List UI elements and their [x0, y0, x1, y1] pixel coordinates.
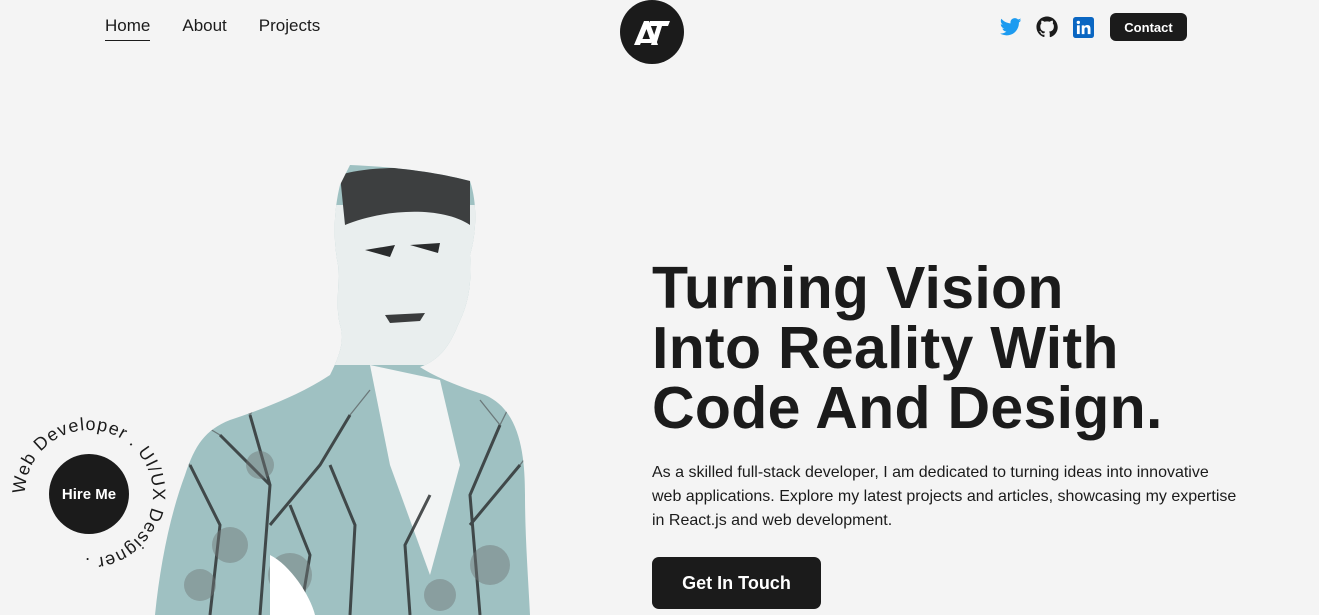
- nav-link-about[interactable]: About: [182, 14, 226, 41]
- portrait-image: [155, 165, 530, 615]
- nav-link-projects[interactable]: Projects: [259, 14, 320, 41]
- hire-me-button[interactable]: Hire Me: [49, 454, 129, 534]
- hero-title: Turning Vision Into Reality With Code An…: [652, 258, 1292, 438]
- linkedin-icon[interactable]: [1072, 16, 1094, 38]
- social-links: Contact: [1000, 13, 1187, 41]
- hero-description: As a skilled full-stack developer, I am …: [652, 464, 1237, 529]
- logo-mark: [634, 21, 670, 45]
- github-icon[interactable]: [1036, 16, 1058, 38]
- hero-title-line-3: Code And Design.: [652, 375, 1163, 441]
- monogram-logo-icon[interactable]: [620, 0, 684, 64]
- hero-title-line-2: Into Reality With: [652, 315, 1119, 381]
- twitter-icon[interactable]: [1000, 16, 1022, 38]
- contact-button[interactable]: Contact: [1110, 13, 1187, 41]
- hire-me-badge: Web Developer . UI/UX Designer . Hire Me: [9, 414, 169, 574]
- get-in-touch-button[interactable]: Get In Touch: [652, 557, 821, 609]
- page: Home About Projects Contact Turning Visi…: [0, 0, 1319, 615]
- nav-link-home[interactable]: Home: [105, 14, 151, 41]
- main-nav: Home About Projects: [105, 14, 320, 41]
- hero-title-line-1: Turning Vision: [652, 255, 1064, 321]
